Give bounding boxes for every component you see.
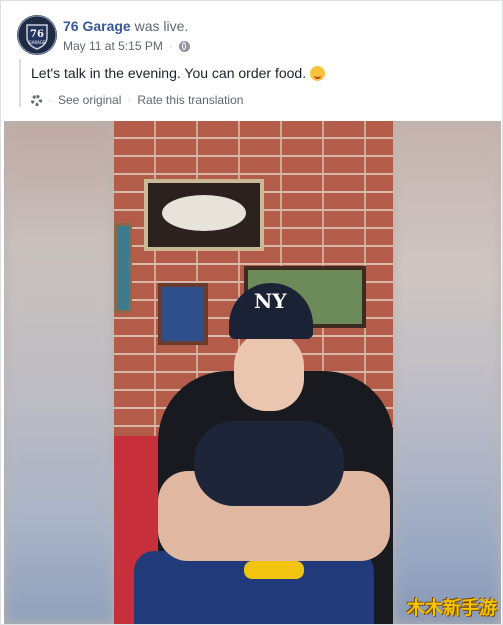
page-name-link[interactable]: 76 Garage	[63, 18, 131, 34]
wall-picture-frame	[144, 179, 264, 251]
shield-logo-icon: 76 GARAGE	[17, 15, 57, 55]
post-meta: May 11 at 5:15 PM ·	[63, 39, 190, 53]
meta-separator: ·	[168, 39, 173, 53]
cat-pillow	[194, 421, 344, 506]
post-header: 76 GARAGE 76 Garage was live. May 11 at …	[15, 13, 485, 59]
watermark-text: 木木新手游	[407, 598, 497, 619]
post-title-line: 76 Garage was live.	[63, 18, 188, 34]
person-face	[234, 331, 304, 411]
post-message-text: Let's talk in the evening. You can order…	[31, 65, 307, 81]
video-frame[interactable]: NY	[114, 121, 393, 624]
picture-oval	[162, 195, 246, 231]
wall-poster	[158, 283, 208, 345]
see-original-link[interactable]: See original	[58, 93, 121, 107]
post-message: Let's talk in the evening. You can order…	[31, 65, 491, 81]
post-timestamp[interactable]: May 11 at 5:15 PM	[63, 39, 163, 53]
avatar-sub-text: GARAGE	[29, 40, 46, 45]
rate-translation-link[interactable]: Rate this translation	[137, 93, 243, 107]
yellow-item	[244, 561, 304, 579]
live-video[interactable]: NY 木木新手游	[4, 121, 501, 624]
wall-edge-frame	[114, 223, 132, 313]
video-blur-left	[4, 121, 114, 624]
translation-bar: · See original · Rate this translation	[31, 93, 491, 107]
video-blur-right	[393, 121, 501, 624]
translation-separator: ·	[48, 93, 52, 107]
page-avatar[interactable]: 76 GARAGE	[17, 15, 57, 55]
translation-separator-2: ·	[127, 93, 132, 107]
smiling-face-emoji-icon	[310, 65, 326, 81]
facebook-post: 76 GARAGE 76 Garage was live. May 11 at …	[0, 0, 503, 625]
cap-logo: NY	[254, 289, 287, 313]
globe-icon[interactable]	[178, 40, 190, 52]
avatar-logo-text: 76	[30, 29, 44, 40]
gear-icon[interactable]	[31, 94, 42, 106]
post-body: Let's talk in the evening. You can order…	[19, 59, 491, 107]
post-action-text: was live.	[134, 18, 189, 34]
